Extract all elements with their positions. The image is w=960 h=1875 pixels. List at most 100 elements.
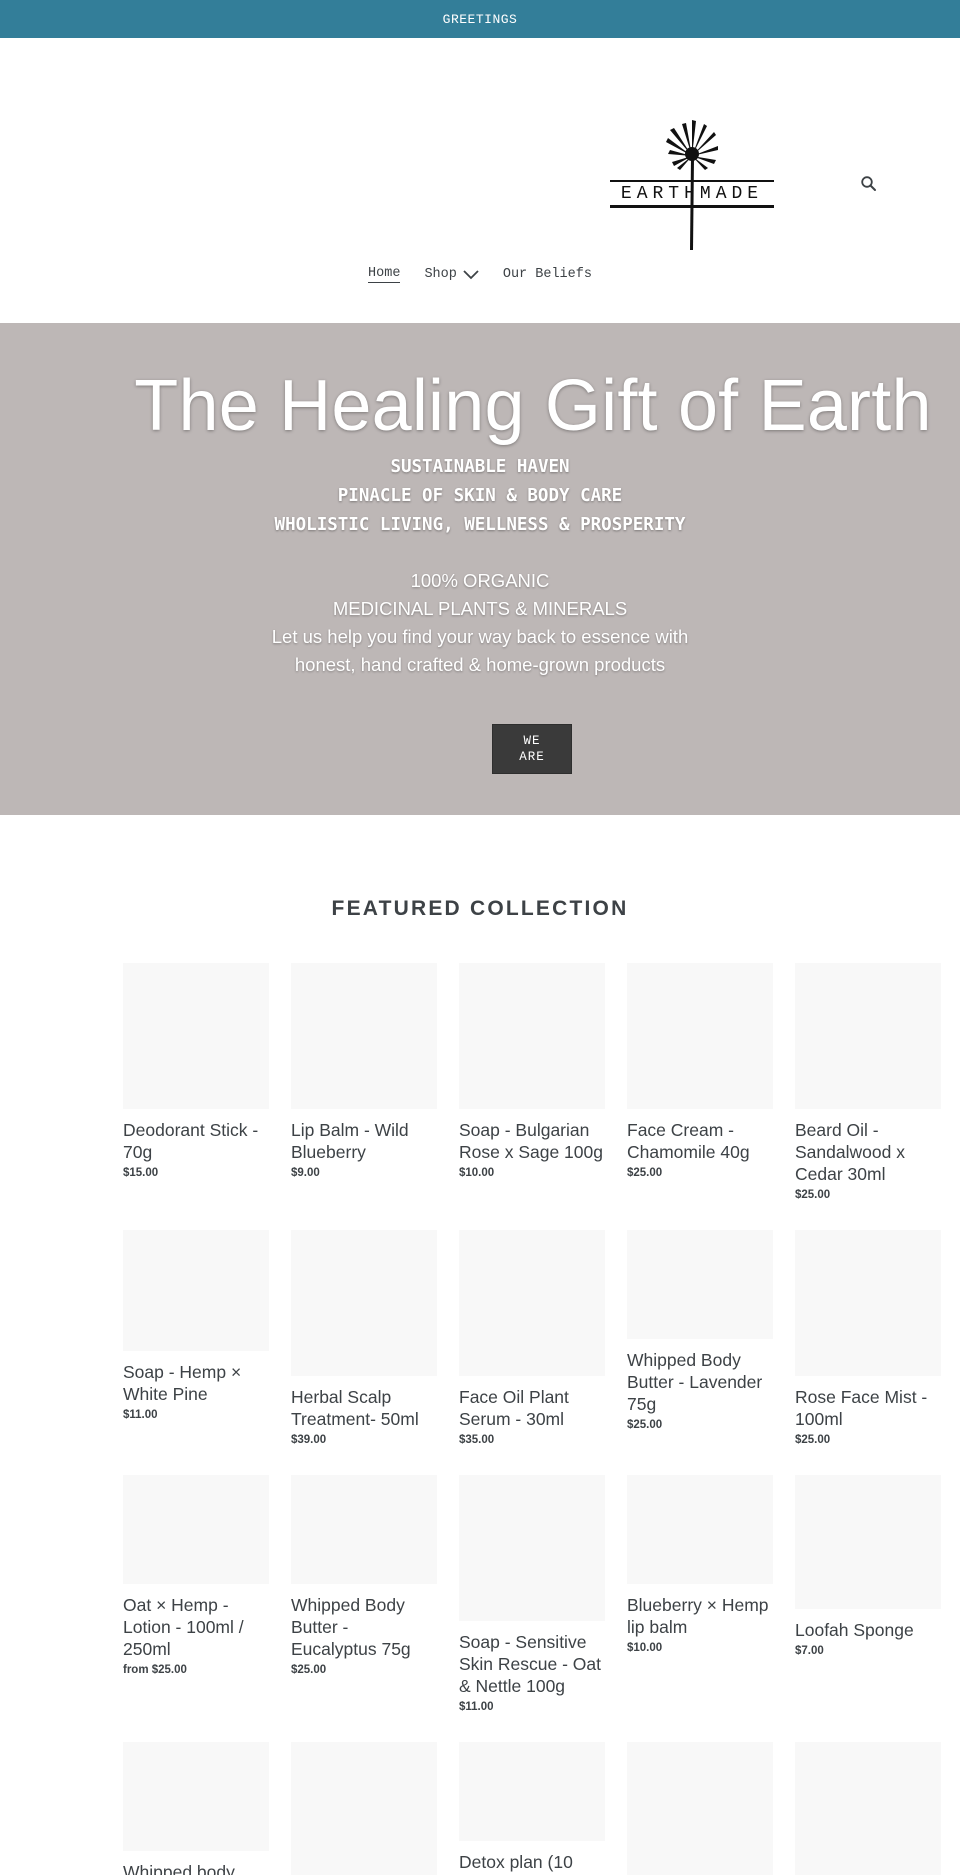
product-price: from $25.00 — [123, 1664, 187, 1676]
product-price: $15.00 — [123, 1167, 159, 1179]
hero-subtitle-line: PINACLE OF SKIN & BODY CARE — [337, 486, 623, 506]
product-card[interactable]: Face Oil Plant Serum - 30ml $35.00 — [459, 1230, 605, 1446]
earthmade-logo[interactable]: EARTHMADE — [610, 118, 774, 253]
product-card[interactable] — [291, 1742, 437, 1875]
site-header: EARTHMADE — [0, 38, 960, 250]
product-card[interactable]: Lip Balm - Wild Blueberry $9.00 — [291, 963, 437, 1179]
product-image[interactable] — [795, 1742, 941, 1875]
product-image[interactable] — [795, 1230, 941, 1376]
product-name[interactable]: Beard Oil - Sandalwood x Cedar 30ml — [795, 1119, 941, 1185]
product-image[interactable] — [123, 1742, 269, 1851]
product-name[interactable]: Blueberry × Hemp lip balm — [627, 1594, 773, 1638]
product-price: $39.00 — [291, 1434, 327, 1446]
hero-body-line: honest, hand crafted & home-grown produc… — [294, 654, 666, 675]
product-price: $7.00 — [795, 1645, 824, 1657]
product-card[interactable]: Beard Oil - Sandalwood x Cedar 30ml $25.0… — [795, 963, 941, 1201]
product-card[interactable]: Soap - Sensitive Skin Rescue - Oat & Net… — [459, 1475, 605, 1713]
product-image[interactable] — [627, 1742, 773, 1875]
product-name[interactable]: Oat × Hemp - Lotion - 100ml / 250ml — [123, 1594, 269, 1660]
product-card[interactable] — [627, 1742, 773, 1875]
hero-banner: The Healing Gift of Earth SUSTAINABLE HA… — [0, 323, 960, 815]
product-card[interactable] — [795, 1742, 941, 1875]
product-card[interactable]: Soap - Bulgarian Rose x Sage 100g $10.00 — [459, 963, 605, 1179]
product-price: $25.00 — [795, 1189, 831, 1201]
product-image[interactable] — [291, 1475, 437, 1584]
product-name[interactable]: Whipped Body Butter - Lavender 75g — [627, 1349, 773, 1415]
search-button[interactable] — [860, 175, 880, 195]
chevron-down-icon — [463, 269, 479, 279]
product-image[interactable] — [795, 1475, 941, 1609]
product-card[interactable]: Detox plan (10 — [459, 1742, 605, 1873]
product-image[interactable] — [123, 963, 269, 1109]
product-price: $9.00 — [291, 1167, 320, 1179]
hero-subtitle-line: SUSTAINABLE HAVEN — [390, 457, 570, 477]
product-price: $10.00 — [627, 1642, 663, 1654]
featured-collection-title: FEATURED COLLECTION — [331, 897, 629, 920]
logo-text: EARTHMADE — [620, 184, 764, 204]
we-are-button[interactable]: WE ARE — [492, 724, 572, 774]
product-price: $10.00 — [459, 1167, 495, 1179]
nav-item-shop[interactable]: Shop — [422, 266, 480, 283]
product-name[interactable]: Loofah Sponge — [795, 1619, 941, 1641]
nav-item-home[interactable]: Home — [366, 266, 402, 283]
product-name[interactable]: Face Oil Plant Serum - 30ml — [459, 1386, 605, 1430]
product-name[interactable]: Soap - Sensitive Skin Rescue - Oat & Net… — [459, 1631, 605, 1697]
product-image[interactable] — [627, 1475, 773, 1584]
product-price: $11.00 — [459, 1701, 494, 1713]
product-card[interactable]: Deodorant Stick - 70g $15.00 — [123, 963, 269, 1179]
search-icon — [861, 176, 876, 191]
product-name[interactable]: Whipped Body Butter - Eucalyptus 75g — [291, 1594, 437, 1660]
nav-item-our-beliefs[interactable]: Our Beliefs — [501, 266, 594, 283]
product-price: $25.00 — [795, 1434, 831, 1446]
announcement-text: GREETINGS — [442, 11, 518, 27]
product-name[interactable]: Soap - Bulgarian Rose x Sage 100g — [459, 1119, 605, 1163]
product-image[interactable] — [795, 963, 941, 1109]
product-name[interactable]: Herbal Scalp Treatment- 50ml — [291, 1386, 437, 1430]
product-card[interactable]: Face Cream - Chamomile 40g $25.00 — [627, 963, 773, 1179]
product-card[interactable]: Whipped Body Butter - Lavender 75g $25.00 — [627, 1230, 773, 1431]
product-card[interactable]: Blueberry × Hemp lip balm $10.00 — [627, 1475, 773, 1654]
product-price: $25.00 — [627, 1419, 663, 1431]
product-price: $11.00 — [123, 1409, 158, 1421]
hero-title: The Healing Gift of Earth — [134, 366, 932, 446]
product-image[interactable] — [291, 1742, 437, 1875]
product-card[interactable]: Oat × Hemp - Lotion - 100ml / 250ml from … — [123, 1475, 269, 1676]
product-image[interactable] — [459, 1230, 605, 1376]
product-name[interactable]: Soap - Hemp × White Pine — [123, 1361, 269, 1405]
nav-item-label: Shop — [424, 267, 457, 282]
product-image[interactable] — [459, 1475, 605, 1621]
product-image[interactable] — [459, 1742, 605, 1841]
product-card[interactable]: Rose Face Mist - 100ml $25.00 — [795, 1230, 941, 1446]
product-image[interactable] — [627, 1230, 773, 1339]
product-price: $25.00 — [291, 1664, 327, 1676]
announcement-bar: GREETINGS — [0, 0, 960, 38]
hero-subtitle-line: WHOLISTIC LIVING, WELLNESS & PROSPERITY — [274, 515, 686, 535]
product-name[interactable]: Rose Face Mist - 100ml — [795, 1386, 941, 1430]
product-name[interactable]: Face Cream - Chamomile 40g — [627, 1119, 773, 1163]
product-price: $35.00 — [459, 1434, 495, 1446]
hero-body-line: 100% ORGANIC — [410, 570, 550, 591]
product-card[interactable]: Soap - Hemp × White Pine $11.00 — [123, 1230, 269, 1421]
product-name[interactable]: Whipped body — [123, 1861, 269, 1875]
hero-body-line: Let us help you find your way back to es… — [271, 626, 689, 647]
product-card[interactable]: Herbal Scalp Treatment- 50ml $39.00 — [291, 1230, 437, 1446]
main-nav: Home Shop Our Beliefs — [0, 266, 960, 283]
product-card[interactable]: Whipped Body Butter - Eucalyptus 75g $25.… — [291, 1475, 437, 1676]
nav-item-label: Our Beliefs — [502, 267, 592, 282]
hero-body-line: MEDICINAL PLANTS & MINERALS — [332, 598, 628, 619]
product-card[interactable]: Loofah Sponge $7.00 — [795, 1475, 941, 1657]
product-name[interactable]: Detox plan (10 — [459, 1851, 605, 1873]
product-image[interactable] — [123, 1475, 269, 1584]
product-image[interactable] — [123, 1230, 269, 1351]
product-name[interactable]: Deodorant Stick - 70g — [123, 1119, 269, 1163]
product-card[interactable]: Whipped body — [123, 1742, 269, 1875]
nav-item-label: Home — [368, 266, 401, 283]
product-name[interactable]: Lip Balm - Wild Blueberry — [291, 1119, 437, 1163]
hero-subtitle: SUSTAINABLE HAVEN PINACLE OF SKIN & BODY… — [0, 453, 960, 540]
product-image[interactable] — [627, 963, 773, 1109]
hero-body: 100% ORGANIC MEDICINAL PLANTS & MINERALS… — [0, 567, 960, 679]
product-image[interactable] — [291, 1230, 437, 1376]
product-image[interactable] — [291, 963, 437, 1109]
product-price: $25.00 — [627, 1167, 663, 1179]
product-image[interactable] — [459, 963, 605, 1109]
